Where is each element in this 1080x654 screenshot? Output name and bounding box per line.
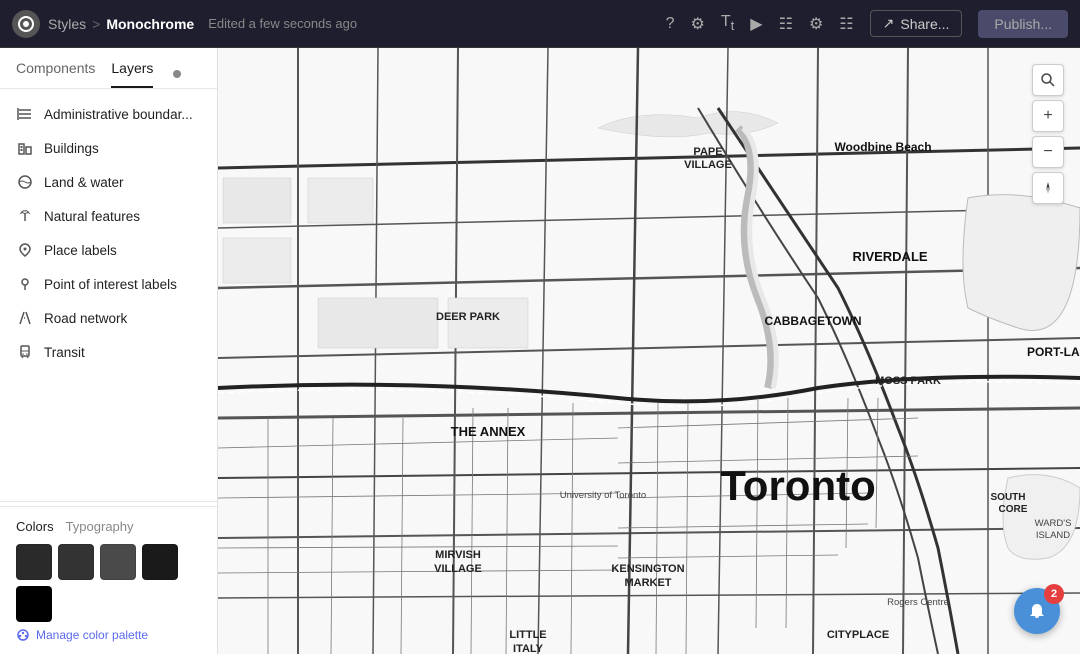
share-button[interactable]: ↗ Share...: [870, 10, 963, 37]
svg-text:MOSS PARK: MOSS PARK: [875, 375, 941, 387]
layer-label-admin: Administrative boundar...: [44, 107, 193, 122]
road-icon: [16, 309, 34, 327]
map-controls: + −: [1032, 64, 1064, 204]
svg-text:PAPE: PAPE: [693, 146, 722, 158]
svg-text:ITALY: ITALY: [513, 643, 544, 654]
layer-label-road: Road network: [44, 311, 127, 326]
swatch-1[interactable]: [16, 544, 52, 580]
swatch-5[interactable]: [16, 586, 52, 622]
edit-timestamp: Edited a few seconds ago: [208, 16, 357, 31]
layers-list: Administrative boundar... Buildings: [0, 89, 217, 497]
sidebar-divider: [0, 501, 217, 502]
typography-icon[interactable]: Tt: [721, 13, 734, 33]
settings-icon[interactable]: ⚙: [690, 14, 704, 34]
tab-components[interactable]: Components: [16, 60, 95, 88]
svg-text:SOUTH: SOUTH: [991, 492, 1026, 503]
swatch-3[interactable]: [100, 544, 136, 580]
svg-text:RIVERDALE: RIVERDALE: [852, 249, 927, 264]
breadcrumb: Styles > Monochrome Edited a few seconds…: [48, 16, 658, 32]
swatch-2[interactable]: [58, 544, 94, 580]
svg-text:WARD'S: WARD'S: [1035, 518, 1072, 529]
preview-icon[interactable]: ▶: [750, 14, 762, 34]
svg-text:ISLAND: ISLAND: [1036, 530, 1070, 541]
share-icon: ↗: [883, 15, 895, 32]
sidebar-tabs: Components Layers: [0, 48, 217, 89]
svg-text:KENSINGTON: KENSINGTON: [611, 563, 684, 575]
layer-label-transit: Transit: [44, 345, 85, 360]
compass-button[interactable]: [1032, 172, 1064, 204]
publish-button[interactable]: Publish...: [978, 10, 1068, 38]
share-label: Share...: [900, 16, 949, 32]
svg-text:VILLAGE: VILLAGE: [684, 159, 732, 171]
styles-link[interactable]: Styles: [48, 16, 86, 32]
svg-text:MARKET: MARKET: [624, 577, 671, 589]
layer-item-land-water[interactable]: Land & water: [0, 165, 217, 199]
layer-item-buildings[interactable]: Buildings: [0, 131, 217, 165]
gear-icon[interactable]: ⚙: [809, 14, 823, 34]
svg-text:THE ANNEX: THE ANNEX: [451, 424, 526, 439]
topnav-icons: ? ⚙ Tt ▶ ☷ ⚙ ☷ ↗ Share... Publish...: [666, 10, 1068, 38]
layer-label-buildings: Buildings: [44, 141, 99, 156]
main-layout: Components Layers Administrative boundar…: [0, 48, 1080, 654]
tab-layers[interactable]: Layers: [111, 60, 153, 88]
tab-colors[interactable]: Colors: [16, 519, 54, 534]
layer-item-place-labels[interactable]: Place labels: [0, 233, 217, 267]
svg-text:LITTLE: LITTLE: [509, 629, 546, 641]
poi-icon: [16, 275, 34, 293]
layer-label-place-labels: Place labels: [44, 243, 117, 258]
export-icon[interactable]: ☷: [839, 14, 853, 34]
sidebar: Components Layers Administrative boundar…: [0, 48, 218, 654]
colors-tabs: Colors Typography: [16, 519, 201, 534]
manage-palette-link[interactable]: Manage color palette: [16, 628, 201, 642]
svg-text:CORE: CORE: [999, 504, 1028, 515]
layer-label-poi: Point of interest labels: [44, 277, 177, 292]
topnav: Styles > Monochrome Edited a few seconds…: [0, 0, 1080, 48]
app-logo[interactable]: [12, 10, 40, 38]
svg-text:University of Toronto: University of Toronto: [560, 490, 646, 501]
notification-area: 2: [1014, 588, 1060, 634]
svg-text:MIRVISH: MIRVISH: [435, 549, 481, 561]
style-name: Monochrome: [106, 16, 194, 32]
svg-text:PORT-LANDS: PORT-LANDS: [1027, 345, 1080, 359]
svg-text:CITYPLACE: CITYPLACE: [827, 629, 889, 641]
layers-icon[interactable]: ☷: [779, 14, 793, 34]
color-swatches: [16, 544, 201, 622]
transit-icon: [16, 343, 34, 361]
tab-typography[interactable]: Typography: [66, 519, 134, 534]
help-icon[interactable]: ?: [666, 15, 675, 33]
breadcrumb-sep: >: [92, 16, 100, 32]
layer-item-transit[interactable]: Transit: [0, 335, 217, 369]
svg-text:Woodbine Beach: Woodbine Beach: [834, 140, 931, 154]
svg-text:CABBAGETOWN: CABBAGETOWN: [764, 314, 861, 328]
zoom-in-icon: +: [1043, 107, 1052, 125]
svg-text:Toronto: Toronto: [720, 462, 876, 509]
admin-icon: [16, 105, 34, 123]
place-labels-icon: [16, 241, 34, 259]
layers-dot: [173, 70, 181, 78]
layer-label-land-water: Land & water: [44, 175, 124, 190]
notification-count: 2: [1044, 584, 1064, 604]
map-canvas[interactable]: PAPE VILLAGE Woodbine Beach RIVERDALE DE…: [218, 48, 1080, 654]
layer-label-natural: Natural features: [44, 209, 140, 224]
layer-item-poi[interactable]: Point of interest labels: [0, 267, 217, 301]
svg-text:VILLAGE: VILLAGE: [434, 563, 482, 575]
search-control[interactable]: [1032, 64, 1064, 96]
swatch-4[interactable]: [142, 544, 178, 580]
layer-item-natural[interactable]: Natural features: [0, 199, 217, 233]
colors-section: Colors Typography Manage color palette: [0, 506, 217, 654]
svg-text:DEER PARK: DEER PARK: [436, 311, 500, 323]
manage-palette-label: Manage color palette: [36, 628, 148, 642]
layer-item-admin[interactable]: Administrative boundar...: [0, 97, 217, 131]
map-area: PAPE VILLAGE Woodbine Beach RIVERDALE DE…: [218, 48, 1080, 654]
land-water-icon: [16, 173, 34, 191]
zoom-out-button[interactable]: −: [1032, 136, 1064, 168]
layer-item-road[interactable]: Road network: [0, 301, 217, 335]
svg-text:Rogers Centre: Rogers Centre: [887, 597, 949, 608]
notification-button[interactable]: 2: [1014, 588, 1060, 634]
zoom-in-button[interactable]: +: [1032, 100, 1064, 132]
buildings-icon: [16, 139, 34, 157]
natural-icon: [16, 207, 34, 225]
zoom-out-icon: −: [1043, 143, 1052, 161]
